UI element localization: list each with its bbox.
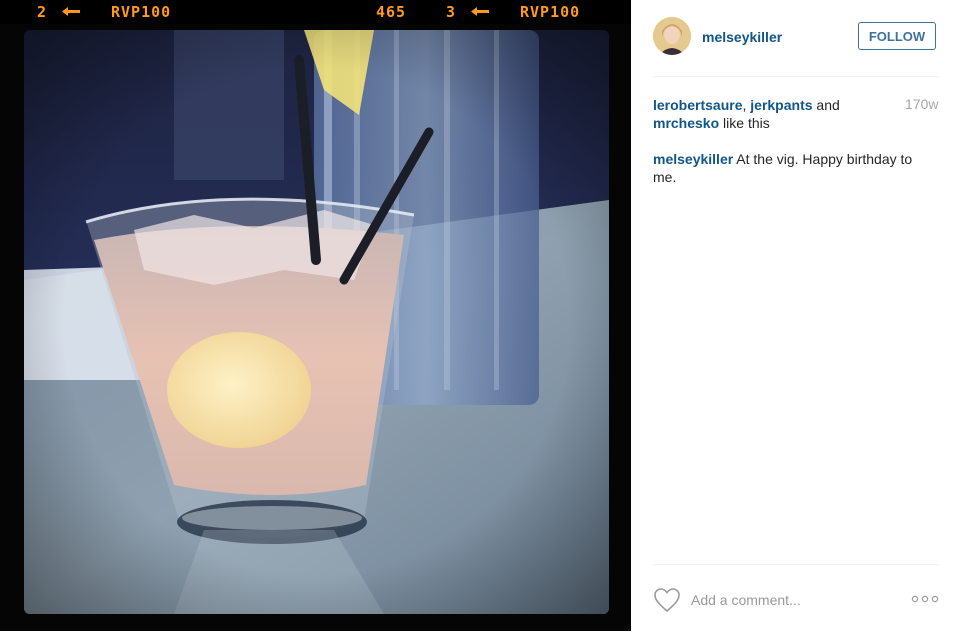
film-frame-number-left: 2 [37,3,48,21]
likes-summary: lerobertsaure, jerkpants and mrchesko lik… [653,96,878,132]
likes-suffix: like this [719,115,770,131]
more-options-icon[interactable] [911,591,939,607]
film-arrow-icon [62,7,80,16]
cocktail-photo [24,30,609,614]
film-label-left: RVP100 [111,3,172,21]
username-link[interactable]: melseykiller [702,29,782,45]
likes-and-text: and [812,97,840,113]
post-photo[interactable] [24,30,609,614]
avatar-image [653,17,691,55]
avatar[interactable] [653,17,691,55]
follow-button[interactable]: FOLLOW [858,22,936,50]
liker-link[interactable]: jerkpants [750,97,812,113]
film-strip: 2 RVP100 465 3 RVP100 [0,0,631,24]
film-arrow-icon [471,7,489,16]
comment-input[interactable] [691,589,901,611]
liker-link[interactable]: lerobertsaure [653,97,742,113]
film-counter: 465 [376,3,407,21]
post-sidebar: melseykiller FOLLOW lerobertsaure, jerkp… [631,0,960,631]
film-label-right: RVP100 [520,3,581,21]
heart-icon[interactable] [653,587,681,613]
film-frame-number-right: 3 [446,3,457,21]
post-footer [653,564,939,632]
post-caption: melseykiller At the vig. Happy birthday … [653,150,933,186]
liker-link[interactable]: mrchesko [653,115,719,131]
caption-author-link[interactable]: melseykiller [653,151,733,167]
post-header: melseykiller FOLLOW [653,0,939,77]
post-timestamp[interactable]: 170w [905,96,938,112]
photo-pane: 2 RVP100 465 3 RVP100 [0,0,631,631]
